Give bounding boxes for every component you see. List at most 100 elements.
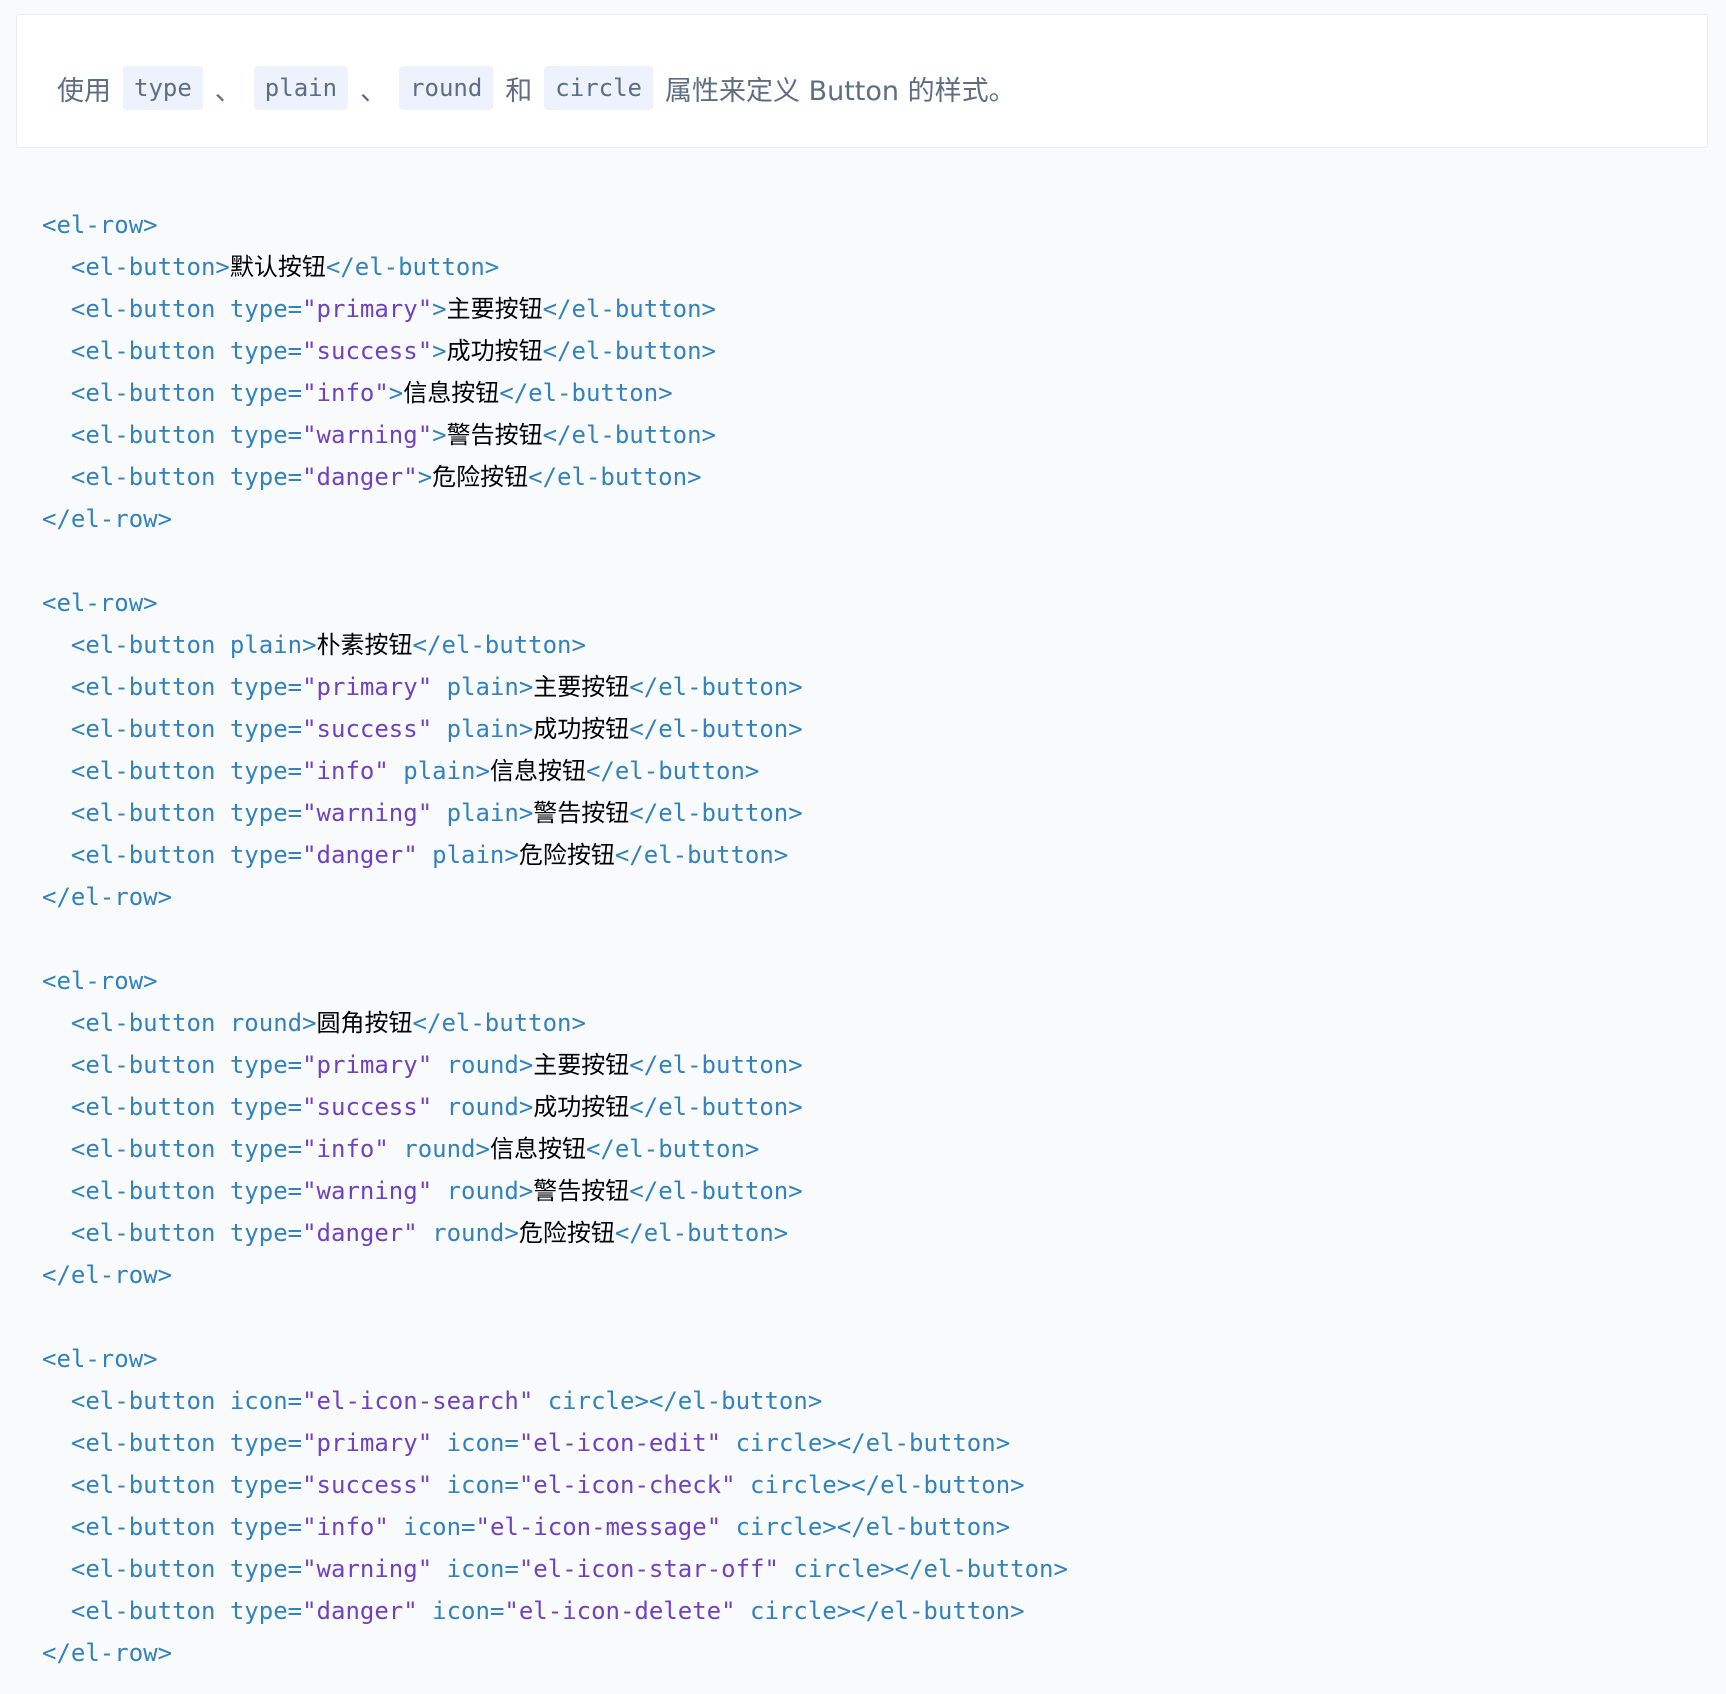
code-token-attr: type= [229,799,303,827]
code-token-attr: icon= [388,1513,476,1541]
code-line: <el-button type="success">成功按钮</el-butto… [42,330,1068,372]
code-token-attr: round [229,1009,303,1037]
code-token-tag: > [302,1009,317,1037]
code-token-attr: plain [229,631,303,659]
code-token-tag: ></el-button> [822,1429,1011,1457]
code-token-attr: plain [432,673,519,701]
code-token-tag: <el-button [42,379,230,407]
code-token-tag: <el-button [42,1177,230,1205]
code-token-str: "warning" [302,1177,433,1205]
code-token-attr: type= [229,1093,303,1121]
code-token-tag: </el-button> [325,253,500,281]
code-token-txt: 信息按钮 [403,379,500,407]
code-token-attr: type= [229,1177,303,1205]
code-token-txt: 警告按钮 [533,799,630,827]
code-line: <el-row> [42,582,1068,624]
code-token-tag: > [518,1093,534,1121]
code-line: <el-button type="info" round>信息按钮</el-bu… [42,1128,1068,1170]
code-token-str: "primary" [302,673,433,701]
code-token-tag: > [504,1219,519,1247]
code-token-tag: > [388,379,404,407]
code-line: <el-button type="warning" icon="el-icon-… [42,1548,1068,1590]
code-line: <el-button type="primary" plain>主要按钮</el… [42,666,1068,708]
desc-conjunction: 和 [505,75,533,107]
code-line: <el-button type="success" plain>成功按钮</el… [42,708,1068,750]
code-token-attr: circle [721,1429,823,1457]
code-line: <el-button type="warning" round>警告按钮</el… [42,1170,1068,1212]
code-token-tag: <el-button [42,1135,230,1163]
code-token-attr: circle [735,1597,837,1625]
code-token-tag: </el-button> [585,757,760,785]
code-token-attr: icon= [229,1387,303,1415]
code-token-tag: <el-button [42,1093,230,1121]
desc-suffix: 属性来定义 Button 的样式。 [665,75,1016,107]
code-token-txt: 主要按钮 [446,295,543,323]
code-token-str: "el-icon-check" [518,1471,736,1499]
code-token-attr: type= [229,1051,303,1079]
code-token-attr: type= [229,1597,303,1625]
code-token-txt: 信息按钮 [489,757,586,785]
code-token-tag: <el-button [42,841,230,869]
code-token-tag: </el-button> [499,379,673,407]
code-token-attr: circle [778,1555,881,1583]
code-token-attr: circle [533,1387,635,1415]
code-token-tag: > [432,421,447,449]
code-token-str: "danger" [302,1597,418,1625]
code-token-str: "danger" [302,1219,418,1247]
code-token-str: "el-icon-star-off" [518,1555,779,1583]
code-token-attr: round [432,1093,519,1121]
code-line: <el-button type="success" round>成功按钮</el… [42,1086,1068,1128]
code-line: <el-button plain>朴素按钮</el-button> [42,624,1068,666]
code-token-attr: icon= [432,1471,519,1499]
code-token-attr: type= [229,421,303,449]
description-card: 使用 type 、 plain 、 round 和 circle 属性来定义 B… [16,14,1708,148]
code-line: <el-button type="info" plain>信息按钮</el-bu… [42,750,1068,792]
code-token-tag: </el-button> [412,1009,586,1037]
code-token-str: "el-icon-message" [475,1513,722,1541]
code-token-str: "primary" [302,1051,433,1079]
code-token-str: "primary" [302,1429,433,1457]
code-token-attr: round [432,1177,519,1205]
code-token-tag: </el-button> [629,673,803,701]
code-token-tag: </el-button> [629,715,803,743]
code-token-tag: <el-button [42,1429,230,1457]
code-token-tag: </el-row> [42,1639,173,1667]
inline-code-round: round [399,66,494,110]
code-token-str: "warning" [302,421,433,449]
code-line: <el-button type="info" icon="el-icon-mes… [42,1506,1068,1548]
code-line: <el-row> [42,204,1068,246]
code-token-tag: <el-button [42,757,230,785]
code-line: </el-row> [42,498,1068,540]
code-token-str: "el-icon-delete" [504,1597,736,1625]
code-token-str: "success" [302,337,433,365]
code-token-tag: <el-button [42,1387,230,1415]
code-token-tag: ></el-button> [880,1555,1068,1583]
code-token-tag: </el-button> [542,295,716,323]
code-token-str: "primary" [302,295,433,323]
code-token-str: "warning" [302,1555,433,1583]
code-token-attr: type= [229,1555,303,1583]
code-token-tag: <el-button [42,673,230,701]
code-token-attr: type= [229,1429,303,1457]
code-token-tag: > [504,841,519,869]
code-token-tag: <el-button [42,1219,230,1247]
code-token-attr: icon= [432,1429,519,1457]
code-token-tag: <el-row> [42,211,158,239]
code-token-tag: </el-button> [614,1219,789,1247]
desc-separator: 、 [214,75,242,107]
code-token-tag: </el-button> [629,1177,803,1205]
code-token-attr: plain [432,715,519,743]
code-line: <el-button round>圆角按钮</el-button> [42,1002,1068,1044]
code-line: <el-button type="warning">警告按钮</el-butto… [42,414,1068,456]
code-token-str: "info" [302,1513,389,1541]
code-token-str: "info" [302,1135,389,1163]
code-line: <el-row> [42,960,1068,1002]
code-line: <el-button type="warning" plain>警告按钮</el… [42,792,1068,834]
code-token-str: "success" [302,1471,433,1499]
code-token-tag: </el-button> [542,337,716,365]
code-token-attr: type= [229,463,303,491]
code-token-txt: 主要按钮 [533,673,630,701]
code-block: <el-row> <el-button>默认按钮</el-button> <el… [42,204,1068,1674]
code-line: <el-button type="primary">主要按钮</el-butto… [42,288,1068,330]
